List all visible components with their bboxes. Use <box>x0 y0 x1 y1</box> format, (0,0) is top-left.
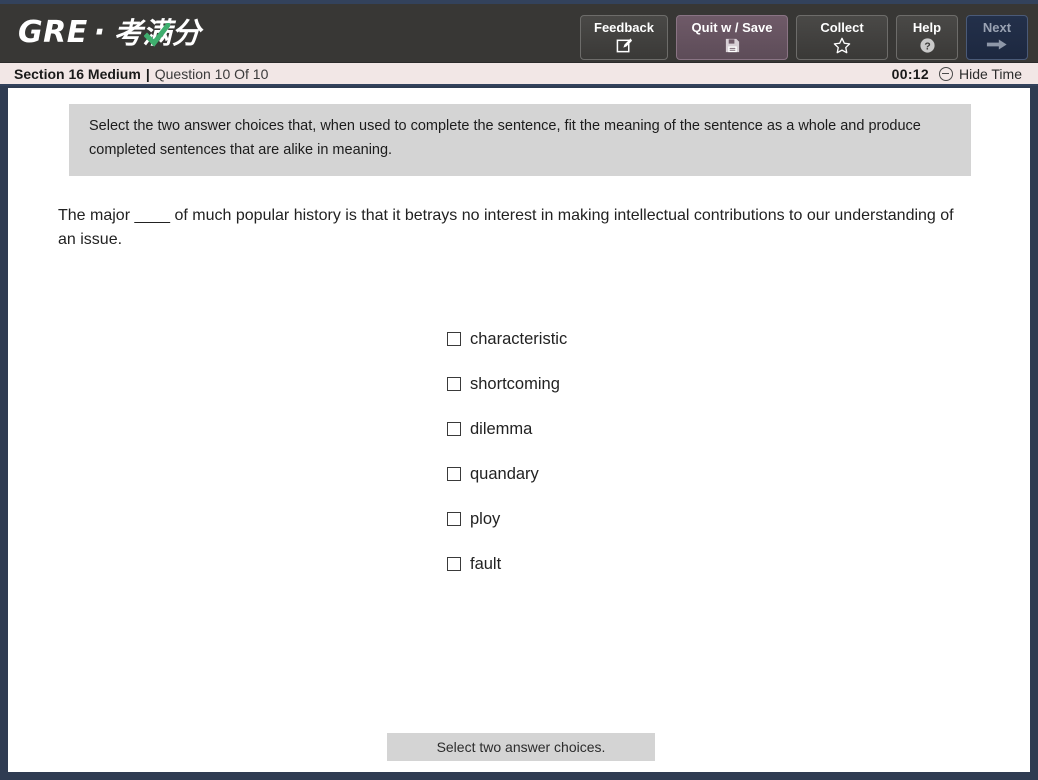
gre-exam-window: GRE · 考满分 Feedback Quit w / Save Collect… <box>0 0 1038 780</box>
countdown-timer: 00:12 <box>891 65 929 82</box>
answer-choice-label-4: ploy <box>470 509 501 528</box>
answer-choices-list: characteristic shortcoming dilemma quand… <box>447 328 567 598</box>
logo-brand-cn: 考满分 <box>113 15 201 50</box>
feedback-button-label: Feedback <box>594 20 654 36</box>
logo-brand-text: GRE <box>18 15 88 50</box>
question-stem: The major ____ of much popular history i… <box>58 207 954 248</box>
star-outline-icon <box>833 37 851 54</box>
help-button-label: Help <box>912 20 942 36</box>
checkbox-2[interactable] <box>447 422 461 436</box>
checkbox-1[interactable] <box>447 377 461 391</box>
collect-button-label: Collect <box>820 20 864 36</box>
answer-choice-label-5: fault <box>470 554 502 573</box>
app-header: GRE · 考满分 Feedback Quit w / Save Collect… <box>0 4 1038 62</box>
answer-choice-0[interactable]: characteristic <box>447 328 567 350</box>
answer-choice-label-0: characteristic <box>470 329 568 348</box>
answer-choice-1[interactable]: shortcoming <box>447 373 567 395</box>
timer-area: 00:12 Hide Time <box>892 66 1022 82</box>
logo-separator: · <box>93 15 106 50</box>
question-instructions: Select the two answer choices that, when… <box>69 104 971 176</box>
hide-time-button[interactable]: Hide Time <box>938 65 1022 82</box>
question-counter: Question 10 Of 10 <box>154 65 269 82</box>
edit-square-icon <box>616 37 633 54</box>
answer-choice-3[interactable]: quandary <box>447 463 567 485</box>
logo-brand-cn-text: 考满分 <box>113 15 201 50</box>
next-button-label: Next <box>982 20 1012 36</box>
minus-circle-icon <box>938 66 953 81</box>
svg-text:?: ? <box>924 41 930 52</box>
section-separator: | <box>145 65 150 82</box>
section-info-bar: Section 16 Medium | Question 10 Of 10 00… <box>0 62 1038 86</box>
checkbox-5[interactable] <box>447 557 461 571</box>
answer-choice-4[interactable]: ploy <box>447 508 567 530</box>
arrow-right-icon <box>986 37 1008 54</box>
section-name: Section 16 Medium <box>14 65 141 82</box>
next-button[interactable]: Next <box>966 15 1028 60</box>
checkbox-3[interactable] <box>447 467 461 481</box>
answer-choice-label-1: shortcoming <box>470 374 560 393</box>
hide-time-label: Hide Time <box>958 65 1022 82</box>
answer-choice-2[interactable]: dilemma <box>447 418 567 440</box>
checkbox-4[interactable] <box>447 512 461 526</box>
question-circle-icon: ? <box>919 37 936 54</box>
answer-choice-label-2: dilemma <box>470 419 533 438</box>
selection-hint-banner: Select two answer choices. <box>387 733 655 761</box>
question-page: Select the two answer choices that, when… <box>8 88 1030 772</box>
checkbox-0[interactable] <box>447 332 461 346</box>
section-identifier: Section 16 Medium | Question 10 Of 10 <box>14 66 268 82</box>
app-logo: GRE · 考满分 <box>18 12 201 54</box>
help-button[interactable]: Help ? <box>896 15 958 60</box>
floppy-save-icon <box>724 37 741 54</box>
answer-choice-5[interactable]: fault <box>447 553 567 575</box>
quit-with-save-button[interactable]: Quit w / Save <box>676 15 788 60</box>
header-button-group: Feedback Quit w / Save Collect Help ? Ne… <box>580 15 1028 60</box>
collect-button[interactable]: Collect <box>796 15 888 60</box>
feedback-button[interactable]: Feedback <box>580 15 668 60</box>
answer-choice-label-3: quandary <box>470 464 539 483</box>
quit-with-save-button-label: Quit w / Save <box>691 20 773 36</box>
